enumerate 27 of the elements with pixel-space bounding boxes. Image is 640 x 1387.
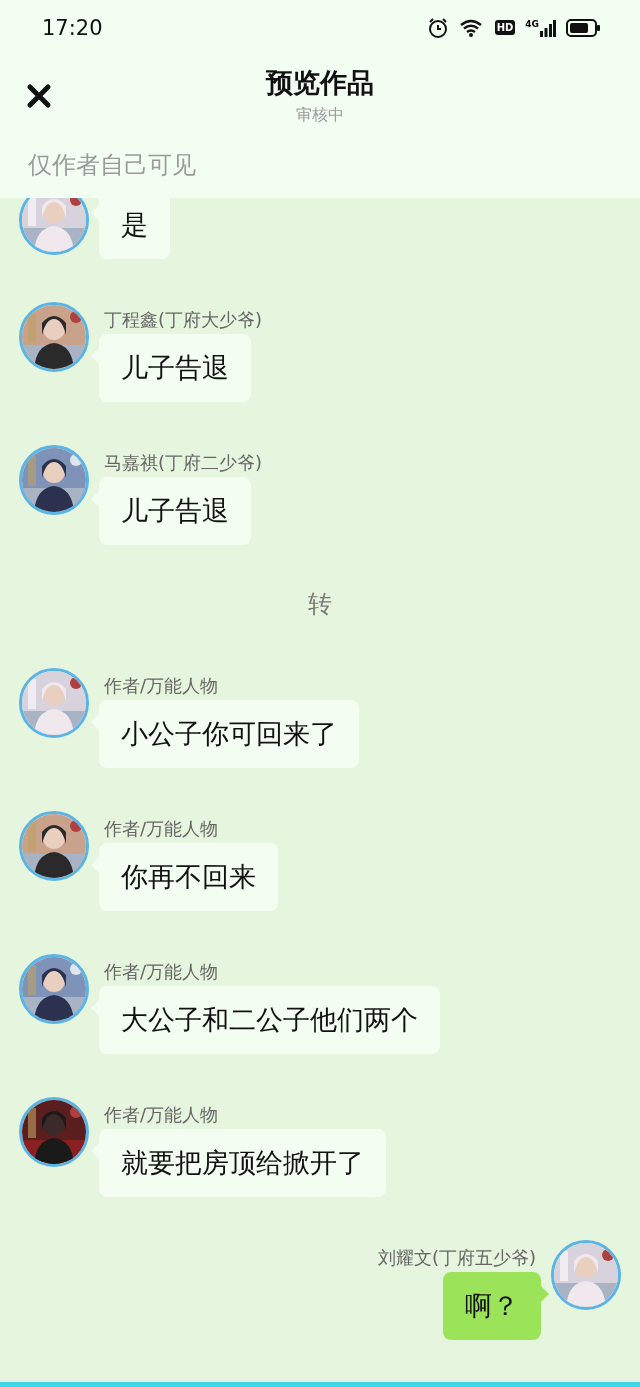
message-bubble: 儿子告退 <box>99 477 251 545</box>
battery-icon <box>566 18 600 37</box>
alarm-icon <box>426 16 449 39</box>
signal-icon <box>540 18 556 37</box>
message-bubble: 啊？ <box>443 1272 541 1340</box>
visibility-notice: 仅作者自己可见 <box>27 150 197 181</box>
review-status: 审核中 <box>296 104 344 126</box>
message-bubble: 就要把房顶给掀开了 <box>99 1129 386 1197</box>
page-title: 预览作品 <box>266 65 374 100</box>
message-bubble: 大公子和二公子他们两个 <box>99 986 440 1054</box>
sender-name: 作者/万能人物 <box>103 960 219 984</box>
network-label: 4G <box>525 18 539 29</box>
bubble-tail <box>541 1286 549 1302</box>
message-bubble: 小公子你可回来了 <box>99 700 359 768</box>
sender-name: 刘耀文(丁府五少爷) <box>377 1246 537 1270</box>
status-time: 17:20 <box>42 15 103 40</box>
sender-name: 作者/万能人物 <box>103 817 219 841</box>
sender-name: 作者/万能人物 <box>103 674 219 698</box>
sender-name: 丁程鑫(丁府大少爷) <box>103 308 263 332</box>
message-bubble: 你再不回来 <box>99 843 278 911</box>
hd-badge: HD <box>494 20 516 35</box>
sender-name: 马嘉祺(丁府二少爷) <box>103 451 263 475</box>
message-bubble: 是 <box>99 198 170 259</box>
message-bubble: 儿子告退 <box>99 334 251 402</box>
close-icon[interactable] <box>26 83 52 109</box>
system-message: 转 <box>308 589 332 620</box>
sender-name: 作者/万能人物 <box>103 1103 219 1127</box>
